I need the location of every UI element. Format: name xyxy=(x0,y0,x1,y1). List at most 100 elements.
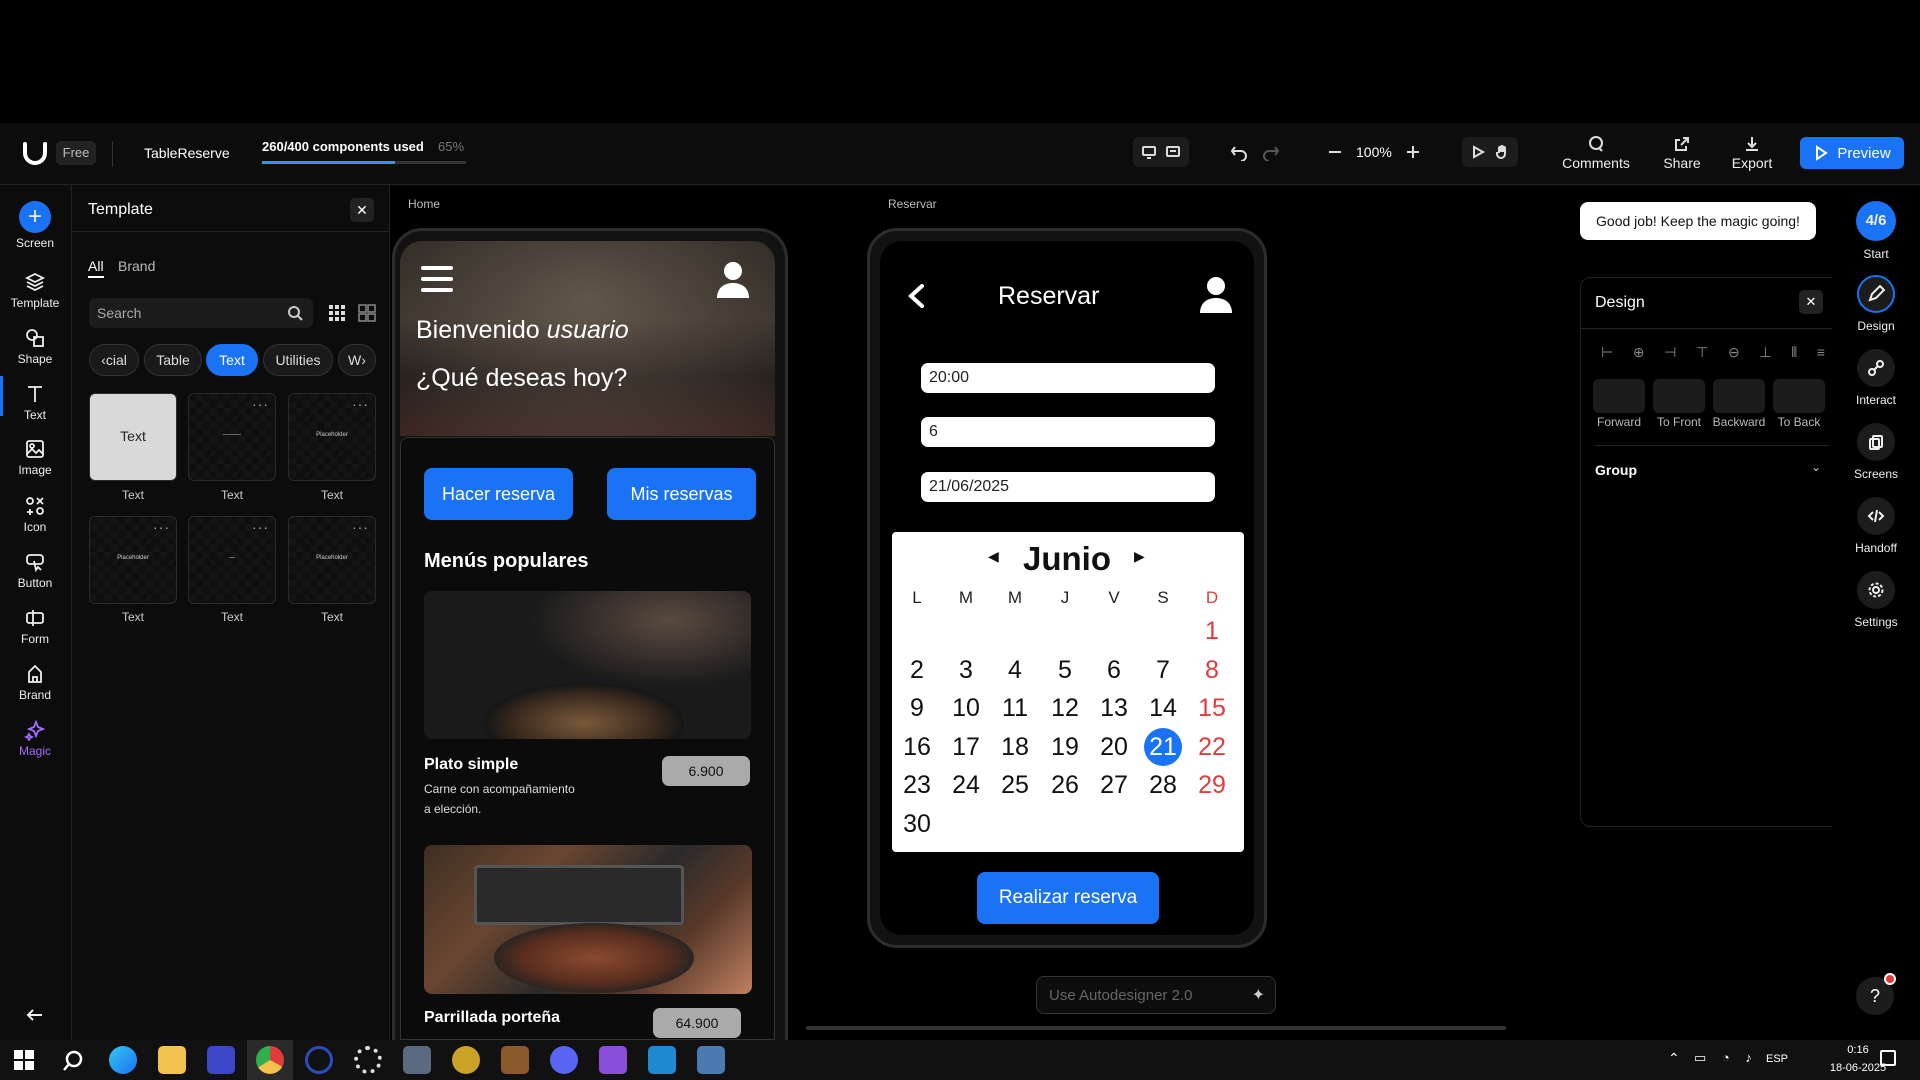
chip-more[interactable]: W › xyxy=(338,344,376,376)
calendar-day[interactable]: 30 xyxy=(897,810,937,839)
project-name[interactable]: TableReserve xyxy=(144,145,230,161)
rail-screens[interactable]: Screens xyxy=(1832,423,1920,481)
game-icon[interactable] xyxy=(501,1046,529,1074)
notifications-icon[interactable] xyxy=(1880,1050,1896,1066)
more-icon[interactable]: ··· xyxy=(352,519,369,535)
template-card[interactable]: ··· ——— xyxy=(188,393,276,481)
align-top-icon[interactable]: ⊤ xyxy=(1696,344,1708,361)
grid-view-icon[interactable] xyxy=(328,304,346,322)
more-icon[interactable]: ··· xyxy=(352,396,369,412)
rail-design[interactable]: Design xyxy=(1832,275,1920,333)
interaction-toggle[interactable] xyxy=(1462,137,1518,167)
calendar-day[interactable]: 20 xyxy=(1094,733,1134,762)
zoom-out-icon[interactable] xyxy=(1326,143,1344,161)
template-card[interactable]: ··· — xyxy=(188,516,276,604)
file-explorer-icon[interactable] xyxy=(158,1046,186,1074)
calendar-day[interactable]: 28 xyxy=(1143,771,1183,800)
calendar-day[interactable]: 24 xyxy=(946,771,986,800)
calendar-day[interactable]: 25 xyxy=(995,771,1035,800)
rail-button[interactable]: Button xyxy=(0,551,70,590)
template-card[interactable]: ··· Placeholder xyxy=(288,393,376,481)
comments-button[interactable]: Comments xyxy=(1560,135,1632,171)
my-reservations-button[interactable]: Mis reservas xyxy=(607,468,756,520)
device-toggle[interactable] xyxy=(1133,137,1189,167)
close-design-button[interactable]: ✕ xyxy=(1799,290,1823,314)
more-icon[interactable]: ··· xyxy=(153,519,170,535)
chip-next-icon[interactable]: › xyxy=(361,352,366,368)
rail-form[interactable]: Form xyxy=(0,607,70,646)
app-icon[interactable] xyxy=(207,1046,235,1074)
search-input[interactable]: Search xyxy=(89,298,313,328)
time-field[interactable]: 20:00 xyxy=(921,363,1215,393)
user-icon[interactable] xyxy=(715,260,751,298)
calendar-day[interactable]: 3 xyxy=(946,656,986,685)
calendar-day[interactable]: 16 xyxy=(897,733,937,762)
align-bottom-icon[interactable]: ⊥ xyxy=(1759,344,1771,361)
calendar-day[interactable]: 23 xyxy=(897,771,937,800)
chip-utilities[interactable]: Utilities xyxy=(263,344,333,376)
rail-start[interactable]: 4/6 Start xyxy=(1832,201,1920,261)
template-card[interactable]: ··· Placeholder xyxy=(89,516,177,604)
group-section[interactable]: Group xyxy=(1595,462,1637,478)
discord-icon[interactable] xyxy=(550,1046,578,1074)
distribute-h-icon[interactable]: ⫴ xyxy=(1791,344,1797,361)
play-icon[interactable] xyxy=(1470,144,1486,160)
calendar-day[interactable]: 13 xyxy=(1094,694,1134,723)
calendar-day[interactable]: 14 xyxy=(1143,694,1183,723)
large-grid-icon[interactable] xyxy=(358,304,376,322)
rail-shape[interactable]: Shape xyxy=(0,327,70,366)
chevron-down-icon[interactable]: ⌄ xyxy=(1811,460,1821,474)
word-icon[interactable] xyxy=(452,1046,480,1074)
to-front-button[interactable] xyxy=(1653,379,1705,413)
mobile-icon[interactable] xyxy=(1165,144,1181,160)
zoom-in-icon[interactable] xyxy=(1404,143,1422,161)
horizontal-scrollbar[interactable] xyxy=(806,1026,1506,1030)
remote-desktop-icon[interactable] xyxy=(697,1046,725,1074)
rail-screen[interactable]: + Screen xyxy=(0,201,70,250)
calendar-day[interactable]: 15 xyxy=(1192,694,1232,723)
calendar-day[interactable]: 27 xyxy=(1094,771,1134,800)
calendar-day[interactable]: 10 xyxy=(946,694,986,723)
tray-chevron-icon[interactable]: ⌃ xyxy=(1668,1050,1680,1067)
align-left-icon[interactable]: ⊢ xyxy=(1601,344,1613,361)
template-card[interactable]: Text xyxy=(89,393,177,481)
edge-icon[interactable] xyxy=(109,1046,137,1074)
calendar-day[interactable]: 19 xyxy=(1045,733,1085,762)
autodesigner-input[interactable]: Use Autodesigner 2.0 ✦ xyxy=(1036,976,1276,1014)
menu-icon[interactable] xyxy=(420,264,454,294)
calculator-icon[interactable] xyxy=(403,1046,431,1074)
back-arrow-icon[interactable] xyxy=(904,282,928,310)
rail-text[interactable]: Text xyxy=(0,383,70,422)
chip-social[interactable]: ‹ cial xyxy=(89,344,139,376)
calendar-day[interactable]: 1 xyxy=(1192,617,1232,646)
calendar-day[interactable]: 4 xyxy=(995,656,1035,685)
align-center-icon[interactable]: ⊕ xyxy=(1633,344,1645,361)
more-icon[interactable]: ··· xyxy=(252,396,269,412)
visual-studio-icon[interactable] xyxy=(599,1046,627,1074)
calendar-day[interactable]: 11 xyxy=(995,694,1035,723)
calendar-day[interactable]: 12 xyxy=(1045,694,1085,723)
close-panel-button[interactable]: ✕ xyxy=(350,198,374,222)
more-icon[interactable]: ··· xyxy=(252,519,269,535)
align-middle-icon[interactable]: ⊖ xyxy=(1728,344,1740,361)
export-button[interactable]: Export xyxy=(1720,135,1784,171)
distribute-v-icon[interactable]: ≡ xyxy=(1817,344,1825,361)
rail-settings[interactable]: Settings xyxy=(1832,571,1920,629)
rail-icon[interactable]: Icon xyxy=(0,495,70,534)
undo-icon[interactable] xyxy=(1230,143,1248,161)
tray-icons[interactable]: ▭ ◔ ♪ xyxy=(1694,1050,1758,1066)
app-logo-icon[interactable] xyxy=(22,141,48,165)
chip-table[interactable]: Table xyxy=(144,344,202,376)
calendar-day[interactable]: 7 xyxy=(1143,656,1183,685)
redo-icon[interactable] xyxy=(1262,143,1280,161)
desktop-icon[interactable] xyxy=(1141,144,1157,160)
vscode-icon[interactable] xyxy=(648,1046,676,1074)
preview-button[interactable]: Preview xyxy=(1800,137,1904,169)
sparkle-icon[interactable]: ✦ xyxy=(1252,985,1265,1005)
settings-icon[interactable] xyxy=(354,1046,382,1074)
prev-month-icon[interactable]: ◀ xyxy=(988,548,999,565)
calendar-day[interactable]: 9 xyxy=(897,694,937,723)
frame-label-reservar[interactable]: Reservar xyxy=(888,197,937,211)
backward-button[interactable] xyxy=(1713,379,1765,413)
template-card[interactable]: ··· Placeholder xyxy=(288,516,376,604)
